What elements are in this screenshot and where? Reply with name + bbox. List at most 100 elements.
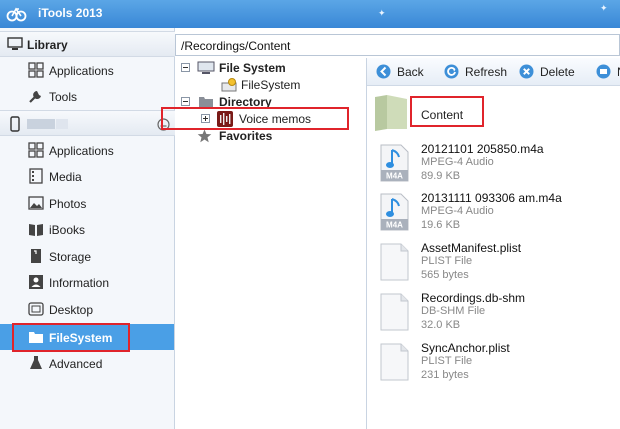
sidebar-item-photos[interactable]: Photos: [0, 190, 174, 216]
photo-icon: [28, 196, 44, 210]
drive-icon: [221, 78, 237, 92]
document-file-icon: [380, 293, 409, 331]
info-card-icon: [29, 275, 43, 289]
new-folder-button[interactable]: N: [596, 63, 620, 81]
storage-icon: [31, 249, 41, 263]
file-type: MPEG-4 Audio: [421, 156, 494, 168]
file-item[interactable]: M4A 20121101 205850.m4a MPEG-4 Audio 89.…: [367, 142, 620, 190]
folder-icon: [29, 332, 43, 343]
sidebar-item-label: Applications: [49, 64, 114, 78]
sidebar-item-media[interactable]: Media: [0, 163, 174, 189]
file-name: AssetManifest.plist: [421, 241, 522, 255]
device-name-redacted: [27, 119, 55, 129]
decor-sparkle: ✦: [600, 3, 608, 13]
file-item[interactable]: SyncAnchor.plist PLIST File 231 bytes: [367, 341, 620, 389]
file-name: Recordings.db-shm: [421, 291, 526, 305]
sidebar-device-header[interactable]: [0, 110, 175, 136]
m4a-file-icon: M4A: [380, 144, 409, 182]
refresh-label: Refresh: [465, 65, 508, 79]
sidebar-item-label: Desktop: [49, 303, 94, 317]
apps-grid-icon: [28, 142, 44, 158]
sidebar-item-information[interactable]: Information: [0, 269, 174, 295]
tree-label: File System: [219, 61, 286, 75]
sidebar-library-header[interactable]: Library: [0, 31, 175, 57]
sidebar-item-filesystem[interactable]: FileSystem: [0, 324, 174, 350]
phone-icon: [10, 116, 20, 132]
document-file-icon: [380, 343, 409, 381]
flask-icon: [30, 356, 42, 369]
file-size: 32.0 KB: [421, 319, 461, 331]
back-arrow-icon: [376, 64, 391, 79]
sidebar-item-label: Storage: [49, 250, 92, 264]
sidebar-library-label: Library: [27, 38, 68, 52]
delete-icon: [519, 64, 534, 79]
sidebar-item-label: FileSystem: [49, 331, 113, 345]
tree-label: Voice memos: [239, 112, 312, 126]
sidebar-item-applications[interactable]: Applications: [0, 137, 174, 163]
sidebar-item-advanced[interactable]: Advanced: [0, 350, 174, 376]
sidebar-item-label: Information: [49, 276, 110, 290]
content-folder-icon: [375, 95, 407, 131]
back-label: Back: [397, 65, 424, 79]
delete-button[interactable]: Delete: [519, 63, 575, 81]
sidebar-item-storage[interactable]: Storage: [0, 243, 174, 269]
sidebar-item-label: Photos: [49, 197, 87, 211]
file-item[interactable]: Recordings.db-shm DB-SHM File 32.0 KB: [367, 291, 620, 339]
film-icon: [29, 168, 43, 184]
itools-logo-icon: [6, 7, 27, 22]
sidebar-item-library-applications[interactable]: Applications: [0, 57, 174, 83]
title-bar: iTools 2013 ✦ ✦: [0, 0, 620, 28]
svg-text:M4A: M4A: [386, 221, 403, 230]
file-name: SyncAnchor.plist: [421, 341, 510, 355]
svg-text:M4A: M4A: [386, 172, 403, 181]
itools-window: iTools 2013 ✦ ✦ Library Applications Too…: [0, 0, 620, 429]
eject-icon[interactable]: [157, 118, 170, 131]
current-folder-label: Content: [421, 108, 464, 122]
expand-icon[interactable]: [201, 114, 210, 123]
book-icon: [29, 224, 43, 236]
file-item[interactable]: M4A 20131111 093306 am.m4a MPEG-4 Audio …: [367, 191, 620, 239]
file-type: PLIST File: [421, 255, 473, 267]
wrench-icon: [29, 91, 41, 103]
computer-icon: [197, 61, 215, 74]
refresh-button[interactable]: Refresh: [444, 63, 508, 81]
sidebar-item-label: Media: [49, 170, 82, 184]
desktop-icon: [28, 302, 44, 316]
delete-label: Delete: [540, 65, 575, 79]
sidebar: Library Applications Tools Applications …: [0, 28, 175, 429]
m4a-file-icon: M4A: [380, 193, 409, 231]
file-item[interactable]: AssetManifest.plist PLIST File 565 bytes: [367, 241, 620, 289]
voice-memos-icon: [217, 111, 233, 127]
file-toolbar: Back Refresh Delete: [367, 58, 620, 86]
sidebar-item-desktop[interactable]: Desktop: [0, 296, 174, 322]
refresh-icon: [444, 64, 459, 79]
tree-label: Favorites: [219, 129, 273, 143]
device-name-redacted: [56, 119, 68, 129]
sidebar-item-tools[interactable]: Tools: [0, 83, 174, 109]
sidebar-item-label: Tools: [49, 90, 78, 104]
document-file-icon: [380, 243, 409, 281]
monitor-icon: [7, 37, 23, 50]
decor-sparkle: ✦: [378, 8, 386, 18]
directory-tree: File System FileSystem Directory Voice m…: [175, 58, 367, 429]
path-bar[interactable]: /Recordings/Content: [175, 34, 620, 56]
collapse-icon[interactable]: [181, 63, 190, 72]
sidebar-item-ibooks[interactable]: iBooks: [0, 216, 174, 242]
tree-label: Directory: [219, 95, 272, 109]
folder-icon: [199, 97, 213, 108]
file-size: 565 bytes: [421, 269, 469, 281]
file-type: PLIST File: [421, 355, 473, 367]
back-button[interactable]: Back: [376, 63, 426, 81]
new-folder-icon: [596, 64, 611, 79]
file-size: 231 bytes: [421, 369, 469, 381]
sidebar-item-label: Applications: [49, 144, 114, 158]
star-icon: [197, 129, 212, 143]
collapse-icon[interactable]: [181, 97, 190, 106]
file-name: 20131111 093306 am.m4a: [421, 191, 562, 205]
app-title: iTools 2013: [38, 6, 103, 20]
file-type: DB-SHM File: [421, 305, 486, 317]
sidebar-item-label: iBooks: [49, 223, 86, 237]
sidebar-item-label: Advanced: [49, 357, 103, 371]
file-name: 20121101 205850.m4a: [421, 142, 544, 156]
current-path: /Recordings/Content: [181, 39, 291, 53]
